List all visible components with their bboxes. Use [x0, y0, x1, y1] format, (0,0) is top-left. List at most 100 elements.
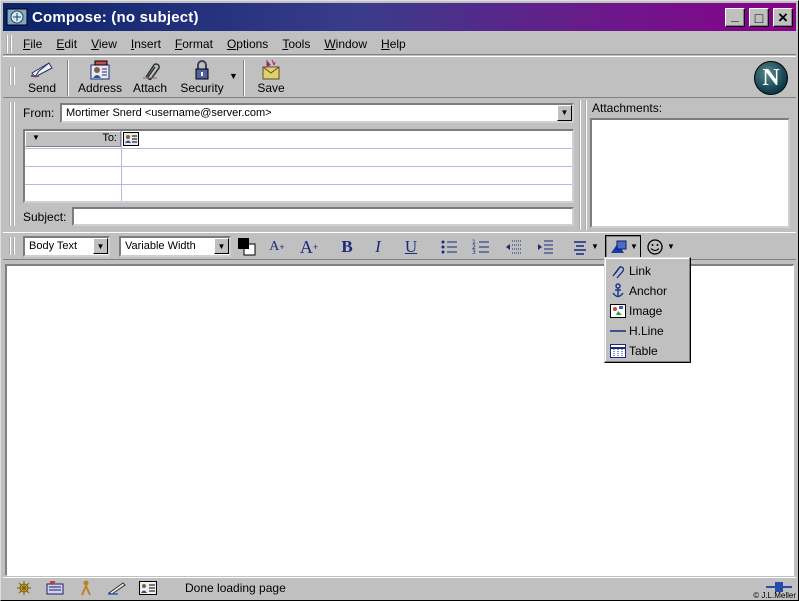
menu-view[interactable]: View [84, 37, 124, 51]
insert-menu-image[interactable]: Image [605, 301, 690, 321]
minimize-button[interactable]: _ [725, 8, 745, 27]
compose-window: Compose: (no subject) _ □ × File Edit Vi… [0, 0, 799, 601]
contact-card-icon [139, 581, 157, 595]
address-row[interactable] [25, 167, 572, 185]
window-title: Compose: (no subject) [32, 8, 199, 26]
from-label: From: [23, 106, 55, 120]
security-dropdown-arrow-icon[interactable]: ▼ [229, 71, 238, 81]
people-icon [81, 580, 91, 596]
smiley-icon[interactable] [646, 237, 666, 257]
address-label: Address [77, 81, 123, 95]
menu-file[interactable]: File [16, 37, 49, 51]
menubar-grip[interactable] [6, 34, 12, 53]
from-value: Mortimer Snerd <username@server.com> [66, 107, 272, 119]
menu-tools[interactable]: Tools [275, 37, 317, 51]
menu-options[interactable]: Options [220, 37, 275, 51]
bold-button[interactable]: B [335, 236, 359, 258]
attach-label: Attach [132, 81, 168, 95]
from-select[interactable]: Mortimer Snerd <username@server.com> ▼ [60, 103, 574, 123]
image-credit: © J.L.Meller [753, 591, 796, 600]
maximize-button[interactable]: □ [749, 8, 769, 27]
insert-menu-anchor-label: Anchor [629, 284, 668, 298]
table-icon [610, 344, 626, 358]
format-toolbar-grip[interactable] [9, 237, 15, 255]
save-label: Save [257, 81, 285, 95]
font-value: Variable Width [125, 240, 196, 252]
insert-menu-link[interactable]: Link [605, 261, 690, 281]
menu-window[interactable]: Window [317, 37, 374, 51]
insert-menu-table-label: Table [629, 344, 658, 358]
navigator-icon[interactable] [13, 579, 35, 597]
address-book-icon [90, 60, 110, 80]
increase-font-size-icon[interactable]: A + [265, 236, 289, 258]
larger-font-icon[interactable]: A + [297, 236, 321, 258]
compose-app-icon [6, 8, 28, 26]
attachments-splitter[interactable] [579, 100, 587, 230]
italic-icon: I [375, 237, 381, 256]
mailbox-icon[interactable] [44, 579, 66, 597]
composer-icon[interactable] [106, 579, 128, 597]
link-icon [612, 265, 625, 279]
insert-object-arrow-icon: ▼ [630, 242, 638, 251]
attachments-list[interactable] [590, 118, 790, 228]
bulleted-list-icon[interactable] [440, 238, 458, 256]
underline-button[interactable]: U [399, 236, 423, 258]
subject-label: Subject: [23, 210, 67, 224]
alignment-dropdown-arrow-icon[interactable]: ▼ [591, 242, 599, 251]
menu-insert[interactable]: Insert [124, 37, 168, 51]
format-toolbar: Body Text ▼ Variable Width ▼ A + A + B I U… [3, 232, 796, 260]
italic-button[interactable]: I [366, 236, 390, 258]
address-table[interactable]: ▼ To: [23, 129, 574, 203]
save-button[interactable]: Save [253, 59, 289, 97]
send-icon [31, 62, 53, 78]
address-row[interactable] [25, 131, 572, 149]
image-icon [610, 304, 626, 318]
discussions-icon[interactable] [75, 579, 97, 597]
status-bar: Done loading page [3, 577, 796, 598]
paperclip-icon [143, 63, 160, 81]
bold-icon: B [341, 237, 353, 256]
toolbar-grip[interactable] [9, 67, 15, 85]
address-book-status-icon[interactable] [137, 579, 159, 597]
main-toolbar: Send Address Attach Security ▼ Save N [3, 56, 796, 98]
send-button[interactable]: Send [23, 59, 61, 97]
toolbar-separator [243, 60, 245, 96]
insert-menu-anchor[interactable]: Anchor [605, 281, 690, 301]
menu-help[interactable]: Help [374, 37, 413, 51]
subject-input[interactable] [72, 207, 574, 226]
decrease-indent-icon[interactable] [504, 238, 522, 256]
paragraph-style-select[interactable]: Body Text ▼ [23, 236, 110, 257]
netscape-logo-letter: N [762, 64, 780, 91]
attach-button[interactable]: Attach [129, 59, 171, 97]
close-button[interactable]: × [773, 8, 793, 27]
security-button[interactable]: Security [177, 59, 227, 97]
text-color-icon[interactable] [237, 237, 257, 257]
numbered-list-icon[interactable]: 1 2 3 [472, 238, 490, 256]
smiley-dropdown-arrow-icon[interactable]: ▼ [667, 242, 675, 251]
from-dropdown-arrow-icon[interactable]: ▼ [557, 105, 572, 121]
font-select[interactable]: Variable Width ▼ [119, 236, 231, 257]
address-row[interactable] [25, 185, 572, 203]
save-draft-icon [262, 59, 280, 80]
toolbar-separator [67, 60, 69, 96]
alignment-icon[interactable] [571, 238, 589, 256]
address-row[interactable] [25, 149, 572, 167]
insert-menu-hline[interactable]: H.Line [605, 321, 690, 341]
padlock-icon [195, 60, 209, 80]
font-arrow-icon[interactable]: ▼ [214, 238, 229, 254]
increase-indent-icon[interactable] [536, 238, 554, 256]
insert-object-button[interactable]: ▼ [605, 235, 641, 258]
message-header-area: From: Mortimer Snerd <username@server.co… [3, 100, 796, 230]
underline-icon: U [404, 237, 418, 256]
menu-edit[interactable]: Edit [49, 37, 84, 51]
insert-object-icon [611, 240, 627, 253]
insert-menu-table[interactable]: Table [605, 341, 690, 361]
netscape-logo[interactable]: N [754, 61, 788, 95]
menu-format[interactable]: Format [168, 37, 220, 51]
title-bar[interactable]: Compose: (no subject) _ □ × [3, 3, 796, 31]
insert-object-menu: Link Anchor Image H.Line Table [604, 257, 691, 363]
attachments-label: Attachments: [592, 101, 663, 115]
header-grip[interactable] [9, 102, 15, 226]
paragraph-style-arrow-icon[interactable]: ▼ [93, 238, 108, 254]
address-button[interactable]: Address [75, 59, 125, 97]
